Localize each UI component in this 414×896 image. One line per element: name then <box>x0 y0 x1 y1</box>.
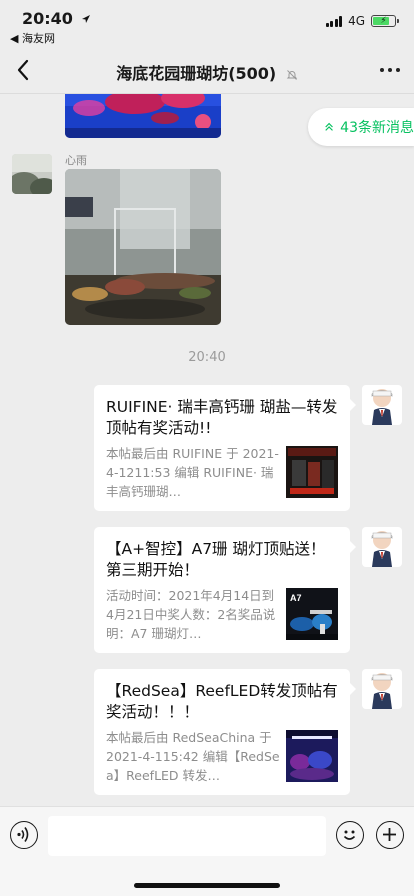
avatar[interactable] <box>12 154 52 194</box>
status-time: 20:40 <box>22 9 91 28</box>
self-avatar[interactable] <box>362 527 402 567</box>
plus-icon[interactable] <box>376 821 404 849</box>
nav-bar: 海底花园珊瑚坊(500) <box>0 46 414 94</box>
more-icon[interactable] <box>380 68 400 72</box>
card-title: RUIFINE· 瑞丰高钙珊 瑚盐—转发顶帖有奖活动!! <box>106 398 338 437</box>
link-card[interactable]: RUIFINE· 瑞丰高钙珊 瑚盐—转发顶帖有奖活动!! 本帖最后由 RUIFI… <box>94 385 356 511</box>
new-messages-pill[interactable]: 43条新消息 <box>308 108 414 146</box>
card-desc: 活动时间：2021年4月14日到4月21日中奖人数：2名奖品说明：A7 珊瑚灯… <box>106 588 276 641</box>
aquarium-photo <box>65 169 221 325</box>
chat-area[interactable]: 43条新消息 心雨 20:40 RUIFINE· 瑞丰高钙珊 瑚盐—转发顶帖有奖… <box>0 94 414 806</box>
card-desc: 本帖最后由 RedSeaChina 于 2021-4-115:42 编辑【Red… <box>106 730 280 783</box>
self-avatar[interactable] <box>362 669 402 709</box>
card-title: 【A+智控】A7珊 瑚灯顶贴送！ 第三期开始！ <box>106 540 326 579</box>
link-card[interactable]: 【RedSea】ReefLED转发顶帖有奖活动！！！ 本帖最后由 RedSeaC… <box>94 669 356 795</box>
card-title: 【RedSea】ReefLED转发顶帖有奖活动！！！ <box>106 682 338 721</box>
link-card[interactable]: 【A+智控】A7珊 瑚灯顶贴送！ 第三期开始！ 活动时间：2021年4月14日到… <box>94 527 356 653</box>
card-desc: 本帖最后由 RUIFINE 于 2021-4-1211:53 编辑 RUIFIN… <box>106 446 279 499</box>
back-to-app-link[interactable]: ◀ 海友网 <box>10 30 55 46</box>
home-indicator <box>134 883 280 888</box>
message-input[interactable] <box>48 816 326 856</box>
signal-icon <box>325 15 343 27</box>
location-arrow-icon <box>81 15 90 23</box>
card-thumbnail: A7 <box>286 588 338 640</box>
emoji-icon[interactable] <box>336 821 364 849</box>
image-message[interactable] <box>65 169 221 325</box>
sender-name: 心雨 <box>65 154 87 167</box>
card-thumbnail <box>286 446 338 498</box>
chat-title: 海底花园珊瑚坊(500) <box>0 60 414 84</box>
image-message[interactable] <box>65 94 221 138</box>
time-divider: 20:40 <box>188 350 226 365</box>
new-messages-label: 43条新消息 <box>340 120 414 136</box>
self-avatar[interactable] <box>362 385 402 425</box>
bell-slash-icon <box>286 69 298 80</box>
battery-icon: ⚡ <box>371 15 399 27</box>
double-chevron-up-icon <box>325 122 333 131</box>
aquarium-photo <box>65 94 221 138</box>
input-bar <box>0 806 414 896</box>
thumb-label: A7 <box>290 593 302 603</box>
voice-icon[interactable] <box>10 821 38 849</box>
status-bar: 20:40 ◀ 海友网 4G ⚡ <box>0 0 414 46</box>
network-type: 4G <box>348 14 365 28</box>
card-thumbnail <box>286 730 338 782</box>
